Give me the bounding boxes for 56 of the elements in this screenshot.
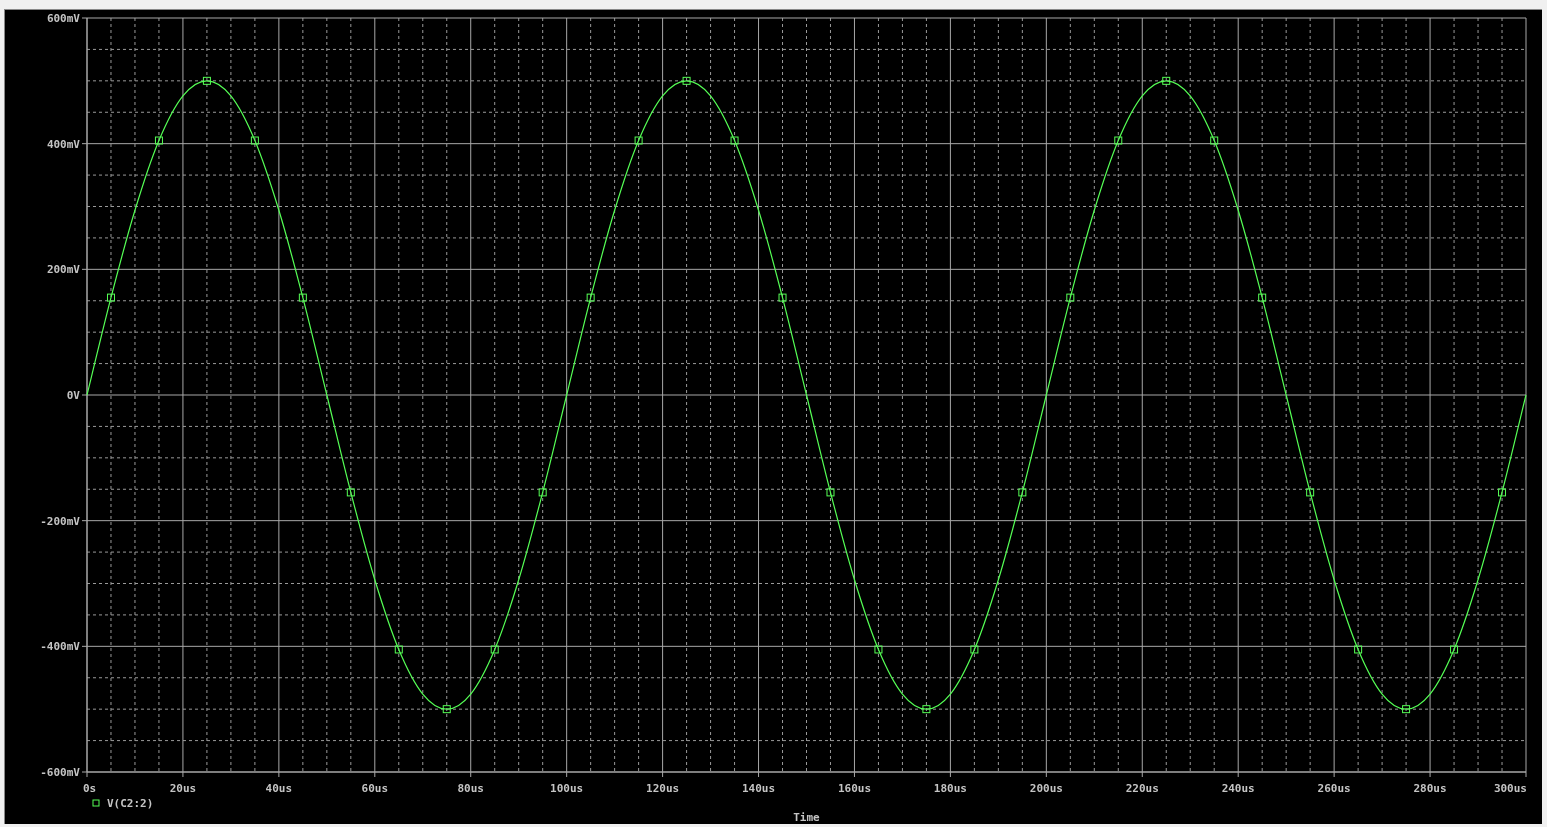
x-tick-label: 260us (1317, 782, 1351, 795)
x-tick-label: 200us (1029, 782, 1063, 795)
data-marker (1450, 645, 1459, 654)
data-marker (250, 136, 259, 145)
data-marker (1114, 136, 1123, 145)
x-tick-label: 0s (83, 782, 97, 795)
data-marker (1066, 293, 1075, 302)
data-marker (634, 136, 643, 145)
data-marker (826, 488, 835, 497)
data-marker (1354, 645, 1363, 654)
data-marker (970, 645, 979, 654)
x-tick-label: 60us (361, 782, 389, 795)
data-marker (682, 76, 691, 85)
x-tick-label: 280us (1413, 782, 1447, 795)
data-marker (394, 645, 403, 654)
x-tick-label: 120us (646, 782, 680, 795)
y-tick-label: -600mV (40, 766, 80, 779)
data-marker (538, 488, 547, 497)
data-marker (586, 293, 595, 302)
y-tick-label: 200mV (46, 263, 80, 277)
y-tick-label: -400mV (40, 640, 80, 654)
data-marker (778, 293, 787, 302)
data-marker (1210, 136, 1219, 145)
data-marker (730, 136, 739, 145)
legend-label: V(C2:2) (107, 797, 154, 810)
data-marker (1402, 705, 1411, 714)
x-tick-label: 100us (550, 782, 584, 795)
y-tick-label: 400mV (46, 137, 80, 151)
data-marker (490, 645, 499, 654)
x-tick-label: 40us (265, 782, 293, 795)
x-tick-label: 140us (741, 782, 776, 795)
x-tick-label: 220us (1125, 782, 1159, 795)
y-tick-label: 0V (66, 389, 80, 402)
data-marker (1018, 488, 1027, 497)
x-tick-label: 160us (837, 782, 872, 795)
data-marker (922, 705, 931, 714)
x-tick-label: 300us (1493, 782, 1527, 795)
data-marker (1306, 488, 1315, 497)
data-marker (107, 293, 115, 302)
data-marker (202, 76, 211, 85)
data-marker (442, 705, 451, 714)
x-tick-label: 20us (169, 782, 197, 795)
data-marker (874, 645, 883, 654)
data-marker (1162, 76, 1171, 85)
y-tick-label: -200mV (40, 514, 80, 528)
x-tick-label: 180us (933, 782, 967, 795)
data-marker (298, 293, 307, 302)
data-marker (154, 136, 163, 145)
data-marker (346, 488, 355, 497)
y-tick-label: 600mV (46, 12, 80, 25)
x-tick-label: 240us (1221, 782, 1255, 795)
data-marker (1258, 293, 1267, 302)
x-tick-label: 80us (457, 782, 484, 795)
legend-marker-icon (92, 799, 100, 807)
data-marker (1498, 488, 1506, 497)
x-axis-title: Time (793, 811, 820, 824)
